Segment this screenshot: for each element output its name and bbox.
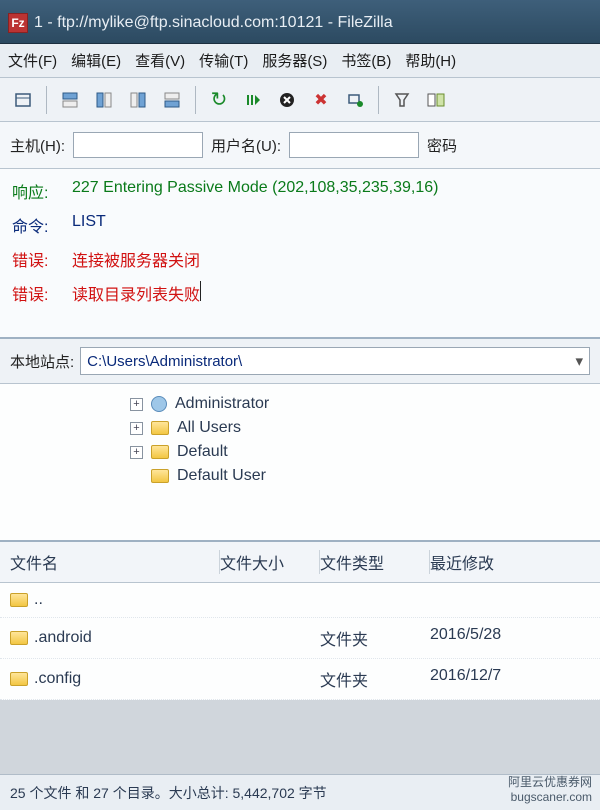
disconnect-icon[interactable]: ✖ bbox=[306, 85, 336, 115]
log-line: 错误: 连接被服务器关闭 bbox=[12, 247, 588, 271]
col-header-date[interactable]: 最近修改 bbox=[430, 550, 590, 574]
tree-label: Default User bbox=[177, 467, 266, 485]
refresh-icon[interactable]: ↻ bbox=[204, 85, 234, 115]
menu-file[interactable]: 文件(F) bbox=[8, 50, 57, 71]
log-text: 连接被服务器关闭 bbox=[72, 247, 200, 271]
status-text: 25 个文件 和 27 个目录。大小总计: 5,442,702 字节 bbox=[10, 783, 327, 803]
watermark-line2: bugscaner.com bbox=[508, 790, 592, 804]
chevron-down-icon: ▾ bbox=[575, 352, 583, 370]
menu-server[interactable]: 服务器(S) bbox=[262, 50, 327, 71]
file-date bbox=[430, 591, 590, 609]
filter-icon[interactable] bbox=[387, 85, 417, 115]
menu-bar: 文件(F) 编辑(E) 查看(V) 传输(T) 服务器(S) 书签(B) 帮助(… bbox=[0, 44, 600, 78]
log-text: 227 Entering Passive Mode (202,108,35,23… bbox=[72, 179, 438, 203]
list-item-parent[interactable]: .. bbox=[0, 583, 600, 618]
file-type bbox=[320, 591, 430, 609]
toolbar: ↻ ✖ bbox=[0, 78, 600, 122]
log-label-error: 错误: bbox=[12, 281, 72, 305]
file-date: 2016/5/28 bbox=[430, 626, 590, 650]
host-label: 主机(H): bbox=[10, 135, 65, 156]
log-line: 错误: 读取目录列表失败 bbox=[12, 281, 588, 305]
file-list-header: 文件名 文件大小 文件类型 最近修改 bbox=[0, 542, 600, 583]
local-site-label: 本地站点: bbox=[10, 351, 74, 372]
folder-icon bbox=[151, 421, 169, 435]
log-label-error: 错误: bbox=[12, 247, 72, 271]
log-label-response: 响应: bbox=[12, 179, 72, 203]
folder-icon bbox=[10, 631, 28, 645]
toggle-remote-tree-icon[interactable] bbox=[123, 85, 153, 115]
tree-item-administrator[interactable]: + Administrator bbox=[10, 392, 590, 416]
toolbar-divider bbox=[46, 86, 47, 114]
quickconnect-bar: 主机(H): 用户名(U): 密码 bbox=[0, 122, 600, 169]
toggle-log-icon[interactable] bbox=[55, 85, 85, 115]
site-manager-icon[interactable] bbox=[8, 85, 38, 115]
username-label: 用户名(U): bbox=[211, 135, 281, 156]
log-text: 读取目录列表失败 bbox=[72, 281, 200, 305]
file-type: 文件夹 bbox=[320, 667, 430, 691]
file-name: .. bbox=[34, 591, 43, 609]
compare-icon[interactable] bbox=[421, 85, 451, 115]
watermark-line1: 阿里云优惠券网 bbox=[508, 775, 592, 789]
file-size bbox=[220, 591, 320, 609]
folder-icon bbox=[151, 445, 169, 459]
menu-edit[interactable]: 编辑(E) bbox=[71, 50, 121, 71]
tree-item-default[interactable]: + Default bbox=[10, 440, 590, 464]
title-bar: Fz 1 - ftp://mylike@ftp.sinacloud.com:10… bbox=[0, 0, 600, 44]
toggle-queue-icon[interactable] bbox=[157, 85, 187, 115]
log-line: 响应: 227 Entering Passive Mode (202,108,3… bbox=[12, 179, 588, 203]
message-log: 响应: 227 Entering Passive Mode (202,108,3… bbox=[0, 169, 600, 339]
tree-label: All Users bbox=[177, 419, 241, 437]
list-item[interactable]: .android 文件夹 2016/5/28 bbox=[0, 618, 600, 659]
toolbar-divider bbox=[378, 86, 379, 114]
local-path-value: C:\Users\Administrator\ bbox=[87, 353, 242, 370]
tree-item-all-users[interactable]: + All Users bbox=[10, 416, 590, 440]
host-input[interactable] bbox=[73, 132, 203, 158]
menu-bookmarks[interactable]: 书签(B) bbox=[341, 50, 391, 71]
local-site-bar: 本地站点: C:\Users\Administrator\ ▾ bbox=[0, 339, 600, 384]
file-size bbox=[220, 626, 320, 650]
process-queue-icon[interactable] bbox=[238, 85, 268, 115]
file-name: .android bbox=[34, 629, 92, 647]
local-file-list[interactable]: 文件名 文件大小 文件类型 最近修改 .. .android 文件夹 2016/… bbox=[0, 542, 600, 700]
file-name: .config bbox=[34, 670, 81, 688]
col-header-type[interactable]: 文件类型 bbox=[320, 550, 430, 574]
local-tree[interactable]: + Administrator + All Users + Default De… bbox=[0, 384, 600, 542]
expand-icon[interactable]: + bbox=[130, 398, 143, 411]
file-date: 2016/12/7 bbox=[430, 667, 590, 691]
menu-view[interactable]: 查看(V) bbox=[135, 50, 185, 71]
log-label-command: 命令: bbox=[12, 213, 72, 237]
folder-icon bbox=[10, 593, 28, 607]
password-label: 密码 bbox=[427, 135, 457, 156]
expand-icon[interactable]: + bbox=[130, 422, 143, 435]
menu-help[interactable]: 帮助(H) bbox=[405, 50, 456, 71]
col-header-name[interactable]: 文件名 bbox=[10, 550, 220, 574]
folder-icon bbox=[151, 469, 169, 483]
toggle-local-tree-icon[interactable] bbox=[89, 85, 119, 115]
username-input[interactable] bbox=[289, 132, 419, 158]
app-icon: Fz bbox=[8, 13, 28, 33]
expand-icon[interactable]: + bbox=[130, 446, 143, 459]
tree-label: Default bbox=[177, 443, 228, 461]
text-cursor bbox=[200, 281, 201, 301]
tree-item-default-user[interactable]: Default User bbox=[10, 464, 590, 488]
toolbar-divider bbox=[195, 86, 196, 114]
tree-label: Administrator bbox=[175, 395, 269, 413]
reconnect-icon[interactable] bbox=[340, 85, 370, 115]
watermark: 阿里云优惠券网 bugscaner.com bbox=[508, 775, 592, 804]
folder-icon bbox=[10, 672, 28, 686]
window-title: 1 - ftp://mylike@ftp.sinacloud.com:10121… bbox=[34, 14, 393, 32]
file-size bbox=[220, 667, 320, 691]
menu-transfer[interactable]: 传输(T) bbox=[199, 50, 248, 71]
user-folder-icon bbox=[151, 396, 167, 412]
col-header-size[interactable]: 文件大小 bbox=[220, 550, 320, 574]
cancel-icon[interactable] bbox=[272, 85, 302, 115]
list-item[interactable]: .config 文件夹 2016/12/7 bbox=[0, 659, 600, 700]
file-type: 文件夹 bbox=[320, 626, 430, 650]
local-path-combo[interactable]: C:\Users\Administrator\ ▾ bbox=[80, 347, 590, 375]
log-text: LIST bbox=[72, 213, 106, 237]
log-line: 命令: LIST bbox=[12, 213, 588, 237]
